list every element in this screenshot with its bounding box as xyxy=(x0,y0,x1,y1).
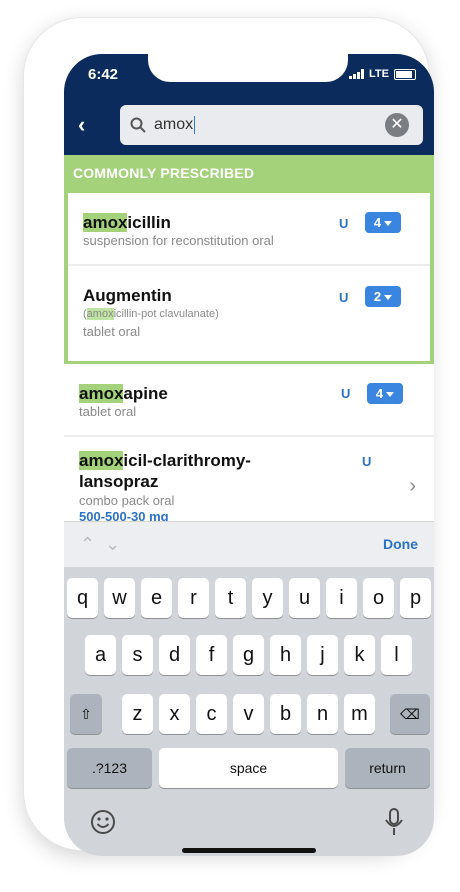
done-button[interactable]: Done xyxy=(383,536,418,552)
key-b[interactable]: b xyxy=(270,694,301,734)
search-input[interactable]: amox xyxy=(154,115,196,134)
key-a[interactable]: a xyxy=(85,635,116,675)
common-list-inner: amoxicillin suspension for reconstitutio… xyxy=(68,193,430,361)
key-t[interactable]: t xyxy=(215,578,246,618)
key-u[interactable]: u xyxy=(289,578,320,618)
drug-form: tablet oral xyxy=(83,324,141,339)
keyboard: ⇧ ⌫ .?123 space return qwertyuiop asdfghj… xyxy=(64,567,434,856)
key-w[interactable]: w xyxy=(104,578,135,618)
drug-name: amoxicil-clarithromy- xyxy=(79,451,251,470)
key-y[interactable]: y xyxy=(252,578,283,618)
field-nav-arrows-icon[interactable]: ⌃⌄ xyxy=(80,534,130,555)
section-title: COMMONLY PRESCRIBED xyxy=(73,165,255,181)
dropdown-arrow-icon xyxy=(386,392,395,398)
key-z[interactable]: z xyxy=(122,694,153,734)
key-n[interactable]: n xyxy=(307,694,338,734)
keyboard-toolbar: ⌃⌄ Done xyxy=(64,521,434,568)
count-dropdown[interactable]: 4 xyxy=(365,212,401,233)
clear-icon[interactable]: ✕ xyxy=(385,113,409,137)
back-chevron-left-icon[interactable]: ‹ xyxy=(78,112,85,138)
key-o[interactable]: o xyxy=(363,578,394,618)
status-time: 6:42 xyxy=(88,66,119,83)
section-header: COMMONLY PRESCRIBED xyxy=(64,155,434,193)
drug-generic: (amoxicillin-pot clavulanate) xyxy=(83,308,219,320)
u-label: U xyxy=(339,290,349,305)
count-dropdown[interactable]: 4 xyxy=(367,383,403,404)
key-s[interactable]: s xyxy=(122,635,153,675)
search-icon xyxy=(130,117,146,133)
drug-name-line2: lansopraz xyxy=(79,472,159,491)
key-k[interactable]: k xyxy=(344,635,375,675)
shift-icon[interactable]: ⇧ xyxy=(70,694,102,734)
key-v[interactable]: v xyxy=(233,694,264,734)
key-l[interactable]: l xyxy=(381,635,412,675)
network-label: LTE xyxy=(369,68,389,80)
count-dropdown[interactable]: 2 xyxy=(365,286,401,307)
microphone-icon[interactable] xyxy=(384,807,404,837)
key-q[interactable]: q xyxy=(67,578,98,618)
signal-icon xyxy=(349,69,365,79)
drug-name: amoxicillin xyxy=(83,213,171,232)
key-m[interactable]: m xyxy=(344,694,375,734)
status-indicators: LTE xyxy=(349,68,416,80)
emoji-icon[interactable] xyxy=(90,809,116,835)
drug-form: suspension for reconstitution oral xyxy=(83,233,274,248)
key-p[interactable]: p xyxy=(400,578,431,618)
phone-frame: 6:42 LTE ‹ amox ✕ COMMONLY PRESCRIBED am… xyxy=(24,18,434,856)
dropdown-arrow-icon xyxy=(384,295,393,301)
list-item[interactable]: amoxicil-clarithromy- lansopraz combo pa… xyxy=(64,437,434,521)
key-j[interactable]: j xyxy=(307,635,338,675)
return-key[interactable]: return xyxy=(345,748,430,788)
drug-name: amoxapine xyxy=(79,384,168,403)
u-label: U xyxy=(362,454,372,469)
chevron-right-icon[interactable]: › xyxy=(409,475,416,498)
key-r[interactable]: r xyxy=(178,578,209,618)
delete-icon[interactable]: ⌫ xyxy=(390,694,430,734)
key-c[interactable]: c xyxy=(196,694,227,734)
key-e[interactable]: e xyxy=(141,578,172,618)
dropdown-arrow-icon xyxy=(384,221,393,227)
list-item[interactable]: Augmentin (amoxicillin-pot clavulanate) … xyxy=(68,266,430,361)
drug-form: tablet oral xyxy=(79,404,137,419)
battery-icon xyxy=(394,68,416,80)
home-indicator xyxy=(182,848,316,853)
space-key[interactable]: space xyxy=(159,748,338,788)
key-i[interactable]: i xyxy=(326,578,357,618)
key-f[interactable]: f xyxy=(196,635,227,675)
key-d[interactable]: d xyxy=(159,635,190,675)
dose-link[interactable]: 500-500-30 mg xyxy=(79,509,169,521)
search-field[interactable]: amox ✕ xyxy=(120,105,423,145)
key-x[interactable]: x xyxy=(159,694,190,734)
key-g[interactable]: g xyxy=(233,635,264,675)
key-h[interactable]: h xyxy=(270,635,301,675)
drug-form: combo pack oral xyxy=(79,493,175,508)
list-item[interactable]: amoxapine tablet oral U 4 xyxy=(64,364,434,435)
drug-name: Augmentin xyxy=(83,286,172,305)
common-list: amoxicillin suspension for reconstitutio… xyxy=(64,193,434,364)
screen: 6:42 LTE ‹ amox ✕ COMMONLY PRESCRIBED am… xyxy=(64,54,434,856)
notch xyxy=(148,54,348,82)
u-label: U xyxy=(339,216,349,231)
app-header: 6:42 LTE ‹ amox ✕ xyxy=(64,54,434,155)
numbers-key[interactable]: .?123 xyxy=(67,748,152,788)
keyboard-bottom-row xyxy=(64,799,434,843)
u-label: U xyxy=(341,386,351,401)
list-item[interactable]: amoxicillin suspension for reconstitutio… xyxy=(68,193,430,264)
